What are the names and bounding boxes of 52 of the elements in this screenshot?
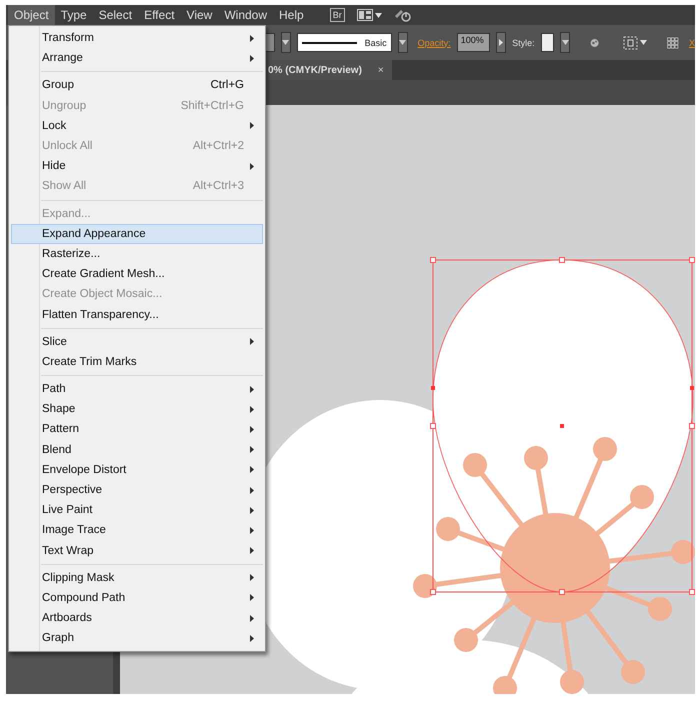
menu-item[interactable]: Rasterize... (11, 244, 263, 264)
menu-title[interactable]: Object (8, 5, 55, 25)
caret-icon (640, 40, 648, 45)
menu-item[interactable]: Slice (11, 332, 263, 352)
select-similar-icon[interactable] (623, 36, 638, 50)
menu-item[interactable]: Shape (11, 399, 263, 420)
menu-item[interactable]: Live Paint (11, 500, 263, 520)
caret-icon (399, 40, 406, 45)
menu-item[interactable]: Image Trace (11, 520, 263, 540)
style-label: Style: (512, 38, 535, 48)
document-tab[interactable]: 0% (CMYK/Preview) × (266, 60, 392, 80)
menu-item[interactable]: Compound Path (11, 588, 263, 608)
style-dropdown[interactable] (560, 32, 570, 53)
menu-item[interactable]: Pattern (11, 419, 263, 440)
menu-title[interactable]: Select (92, 5, 138, 25)
sync-icon[interactable] (394, 8, 412, 22)
menu-item[interactable]: Hide (11, 156, 263, 176)
caret-icon (374, 12, 382, 18)
menu-item[interactable]: Group Ctrl+G (11, 75, 263, 96)
menu-title[interactable]: Type (54, 5, 93, 25)
menu-item[interactable]: Transform (11, 28, 263, 48)
selection-box[interactable] (430, 257, 695, 595)
bridge-button[interactable]: Br (330, 8, 345, 22)
menu-item[interactable]: Clipping Mask (11, 568, 263, 588)
caret-icon (282, 40, 290, 45)
brush-field[interactable]: Basic (296, 33, 392, 52)
layout-icon[interactable] (356, 9, 373, 21)
menu-item[interactable]: Path (11, 379, 263, 400)
menu-item[interactable]: Envelope Distort (11, 460, 263, 480)
brush-dropdown[interactable] (398, 32, 408, 53)
menu-item[interactable]: Flatten Transparency... (11, 304, 263, 325)
menu-item[interactable]: Create Trim Marks (11, 352, 263, 372)
caret-icon (562, 40, 569, 45)
menu-item[interactable]: Artboards (11, 608, 263, 628)
menu-title[interactable]: View (180, 5, 218, 25)
menu-item[interactable]: Create Gradient Mesh... (11, 264, 263, 284)
menu-title[interactable]: Window (218, 5, 274, 25)
menu-item[interactable]: Text Wrap (11, 540, 263, 561)
menu-item[interactable]: Expand Appearance (11, 224, 263, 244)
menu-item[interactable]: Blend (11, 440, 263, 460)
menu-item[interactable]: Perspective (11, 480, 263, 500)
menu-title[interactable]: Help (273, 5, 310, 25)
close-tab-button[interactable]: × (378, 64, 384, 76)
menu-item[interactable]: Lock (11, 116, 263, 136)
style-swatch[interactable] (540, 33, 554, 52)
opacity-field[interactable]: 100% (456, 33, 490, 52)
opacity-arrow-button[interactable] (496, 32, 506, 53)
menu-item[interactable]: Graph (11, 628, 263, 648)
menu-item[interactable]: Arrange (11, 48, 263, 68)
stroke-dropdown[interactable] (280, 32, 291, 53)
menu-title[interactable]: Effect (138, 5, 181, 25)
arrow-icon (499, 39, 504, 46)
